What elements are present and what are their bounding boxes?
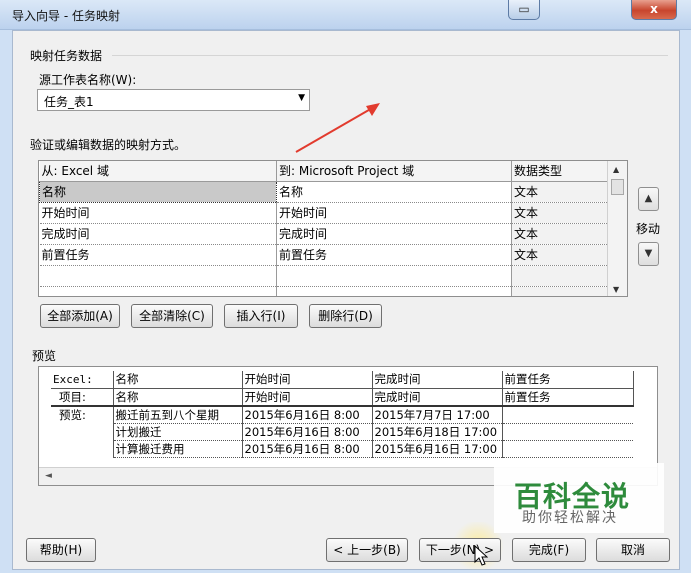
preview-cell: 前置任务: [502, 371, 634, 389]
annotation-arrow-icon: [295, 103, 380, 153]
grid-header[interactable]: 数据类型: [511, 161, 608, 182]
grid-caption: 验证或编辑数据的映射方式。: [30, 138, 187, 152]
group-divider: [112, 55, 668, 56]
preview-cell: [51, 440, 114, 457]
back-button[interactable]: < 上一步(B): [326, 538, 408, 562]
preview-cell: 完成时间: [372, 388, 503, 407]
preview-cell: 预览:: [51, 405, 114, 423]
table-row: 名称 名称 文本: [39, 180, 608, 203]
grid-cell[interactable]: 前置任务: [39, 244, 277, 266]
move-label: 移动: [636, 222, 661, 236]
preview-cell: 开始时间: [242, 388, 373, 407]
grid-cell[interactable]: 完成时间: [276, 223, 512, 245]
grid-cell[interactable]: 名称: [39, 180, 277, 203]
preview-cell: 开始时间: [242, 371, 373, 389]
grid-cell[interactable]: 文本: [511, 202, 608, 224]
preview-cell: 名称: [113, 371, 243, 389]
preview-cell: [51, 423, 114, 440]
table-row: 预览: 搬迁前五到八个星期 2015年6月16日 8:00 2015年7月7日 …: [51, 405, 633, 424]
triangle-up-icon: ▲: [644, 193, 653, 204]
grid-scrollbar[interactable]: ▲ ▼: [607, 161, 627, 296]
mapping-section-title: 映射任务数据: [30, 49, 103, 63]
maximize-icon: ▭: [518, 2, 530, 16]
close-button[interactable]: x: [631, 0, 677, 20]
preview-cell: Excel:: [51, 371, 114, 389]
triangle-down-icon: ▼: [644, 248, 653, 259]
preview-cell: 名称: [113, 388, 243, 407]
grid-cell[interactable]: 文本: [511, 223, 608, 245]
finish-button[interactable]: 完成(F): [512, 538, 586, 562]
source-sheet-label: 源工作表名称(W):: [39, 73, 137, 87]
clear-all-button[interactable]: 全部清除(C): [131, 304, 213, 328]
preview-cell: 2015年6月18日 17:00: [372, 423, 503, 441]
grid-header[interactable]: 从: Excel 域: [39, 161, 277, 182]
preview-cell: 2015年6月16日 8:00: [242, 423, 373, 441]
preview-cell: 2015年6月16日 17:00: [372, 440, 503, 458]
grid-cell[interactable]: [276, 265, 512, 287]
grid-cell[interactable]: [511, 286, 608, 296]
preview-title: 预览: [32, 349, 57, 363]
mouse-pointer-icon: [474, 545, 488, 566]
maximize-button[interactable]: ▭: [508, 0, 540, 20]
grid-cell[interactable]: 文本: [511, 181, 608, 203]
help-button[interactable]: 帮助(H): [26, 538, 96, 562]
grid-cell[interactable]: [511, 265, 608, 287]
close-icon: x: [650, 2, 658, 16]
scroll-down-icon[interactable]: ▼: [613, 285, 619, 294]
source-sheet-value: 任务_表1: [44, 95, 94, 109]
insert-row-button[interactable]: 插入行(I): [224, 304, 298, 328]
watermark: 百科全说 助你轻松解决: [494, 463, 664, 533]
title-bar: 导入向导 - 任务映射 ▭ x: [0, 0, 691, 30]
preview-cell: [502, 405, 633, 424]
grid-header[interactable]: 到: Microsoft Project 域: [276, 161, 512, 182]
preview-cell: 项目:: [51, 388, 114, 407]
grid-cell[interactable]: [39, 286, 277, 296]
scroll-up-icon[interactable]: ▲: [613, 165, 619, 174]
next-button[interactable]: 下一步(N) >: [419, 538, 501, 562]
grid-cell[interactable]: [276, 286, 512, 296]
preview-cell: [502, 423, 633, 441]
preview-cell: 计划搬迁: [113, 423, 243, 441]
table-row: 项目: 名称 开始时间 完成时间 前置任务: [51, 388, 634, 407]
window-title: 导入向导 - 任务映射: [12, 9, 120, 23]
source-sheet-select[interactable]: 任务_表1 ▼: [37, 89, 310, 111]
add-all-button[interactable]: 全部添加(A): [40, 304, 120, 328]
grid-cell[interactable]: 开始时间: [276, 202, 512, 224]
grid-cell[interactable]: 开始时间: [39, 202, 277, 224]
table-row: 开始时间 开始时间 文本: [39, 202, 608, 224]
preview-cell: 前置任务: [502, 388, 634, 407]
preview-table: Excel: 名称 开始时间 完成时间 前置任务 项目: 名称 开始时间 完成时…: [51, 371, 634, 458]
table-row: 完成时间 完成时间 文本: [39, 223, 608, 245]
preview-cell: 2015年7月7日 17:00: [372, 405, 503, 424]
table-row: [39, 286, 608, 296]
move-up-button[interactable]: ▲: [638, 187, 659, 211]
table-row: 前置任务 前置任务 文本: [39, 244, 608, 266]
mapping-grid[interactable]: 从: Excel 域 到: Microsoft Project 域 数据类型 名…: [38, 160, 628, 297]
table-row: 计划搬迁 2015年6月16日 8:00 2015年6月18日 17:00: [51, 423, 633, 441]
grid-cell[interactable]: 完成时间: [39, 223, 277, 245]
preview-cell: 2015年6月16日 8:00: [242, 440, 373, 458]
table-row: Excel: 名称 开始时间 完成时间 前置任务: [51, 371, 634, 389]
grid-cell[interactable]: 前置任务: [276, 244, 512, 266]
table-row: [39, 265, 608, 287]
scroll-left-icon[interactable]: ◄: [45, 471, 52, 481]
watermark-tagline: 助你轻松解决: [522, 510, 618, 526]
grid-cell[interactable]: 文本: [511, 244, 608, 266]
preview-cell: 计算搬迁费用: [113, 440, 243, 458]
delete-row-button[interactable]: 删除行(D): [309, 304, 382, 328]
preview-cell: 2015年6月16日 8:00: [242, 405, 373, 424]
preview-cell: 完成时间: [372, 371, 503, 389]
mapping-table: 从: Excel 域 到: Microsoft Project 域 数据类型 名…: [39, 161, 608, 296]
cancel-button[interactable]: 取消: [596, 538, 670, 562]
grid-cell[interactable]: [39, 265, 277, 287]
preview-cell: 搬迁前五到八个星期: [113, 405, 243, 424]
grid-cell[interactable]: 名称: [276, 181, 512, 203]
grid-header-row: 从: Excel 域 到: Microsoft Project 域 数据类型: [39, 161, 608, 182]
move-down-button[interactable]: ▼: [638, 242, 659, 266]
scroll-thumb[interactable]: [611, 179, 624, 195]
table-row: 计算搬迁费用 2015年6月16日 8:00 2015年6月16日 17:00: [51, 440, 633, 458]
preview-cell: [502, 440, 633, 458]
